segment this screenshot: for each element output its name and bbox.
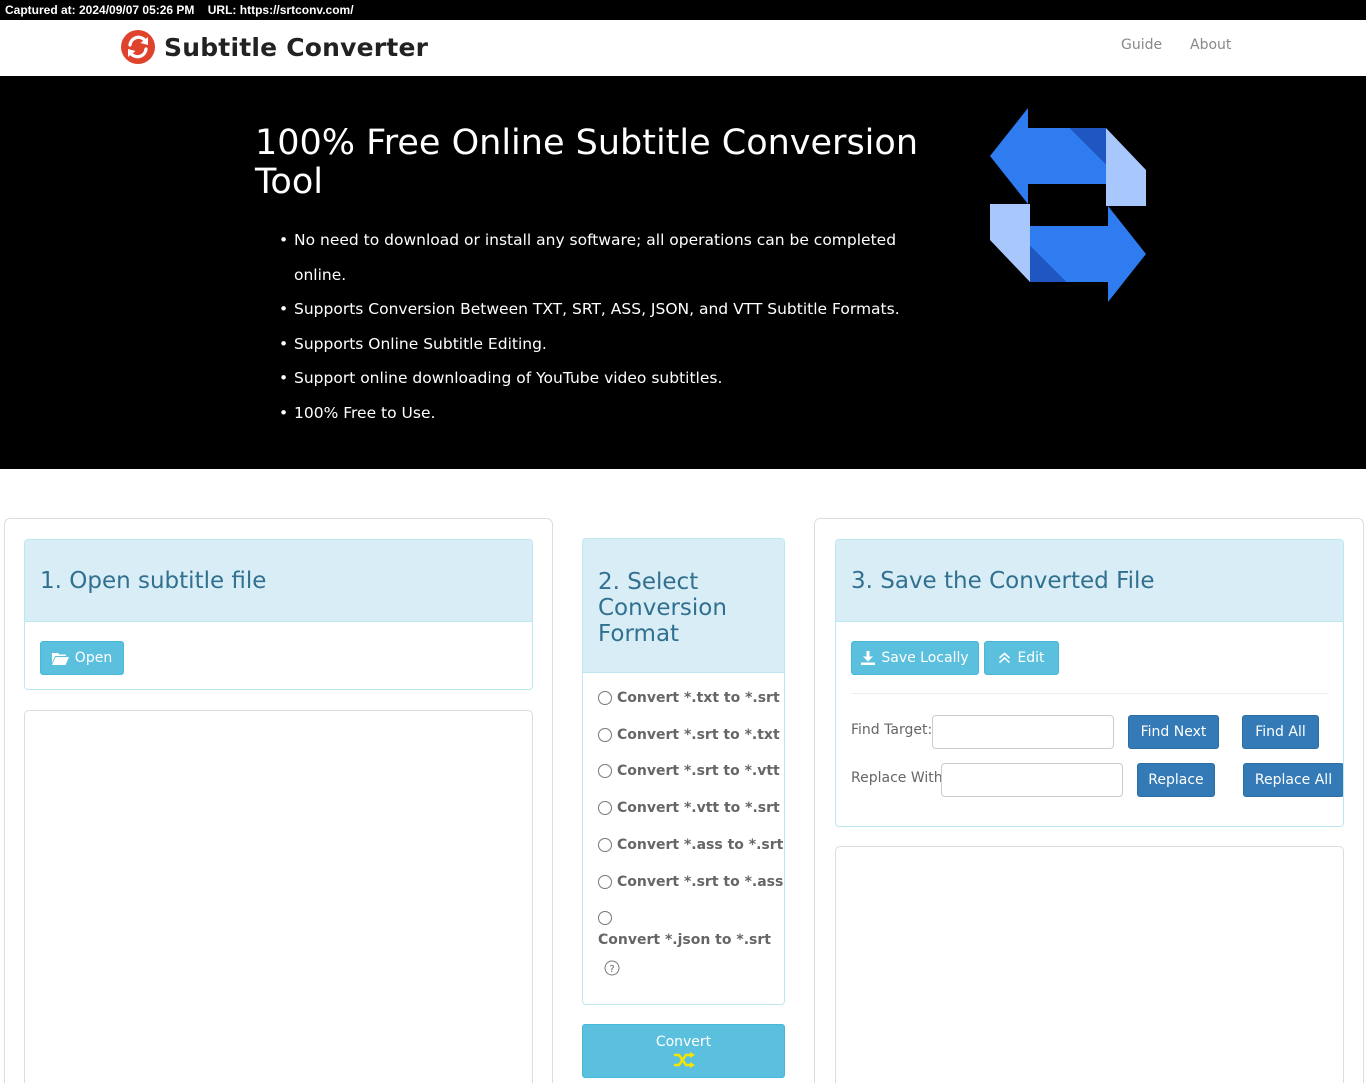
save-locally-label: Save Locally [881, 650, 969, 666]
save-file-panel: 3. Save the Converted File Save Locally … [835, 539, 1344, 827]
folder-open-icon [51, 652, 69, 665]
brand-name: Subtitle Converter [164, 32, 429, 62]
edit-button[interactable]: Edit [984, 641, 1059, 675]
find-all-button[interactable]: Find All [1242, 715, 1319, 749]
radio-button[interactable] [598, 801, 612, 815]
capture-info-bar: Captured at: 2024/09/07 05:26 PM URL: ht… [0, 0, 1366, 20]
open-button-label: Open [74, 650, 113, 666]
hero-feature-item: Support online downloading of YouTube vi… [279, 361, 919, 396]
edit-button-label: Edit [1017, 650, 1045, 666]
format-option-label: Convert *.txt to *.srt [617, 690, 780, 706]
format-option-srt-vtt[interactable]: Convert *.srt to *.vtt [598, 763, 780, 779]
shuffle-icon [673, 1052, 695, 1068]
hero-feature-item: 100% Free to Use. [279, 396, 919, 431]
convert-button-label: Convert [655, 1034, 712, 1050]
hero-feature-list: No need to download or install any softw… [279, 223, 919, 430]
find-target-input[interactable] [932, 715, 1114, 749]
format-option-label: Convert *.srt to *.txt [617, 727, 780, 743]
format-option-srt-txt[interactable]: Convert *.srt to *.txt [598, 727, 780, 743]
format-option-label: Convert *.vtt to *.srt [617, 800, 780, 816]
replace-button[interactable]: Replace [1137, 763, 1215, 797]
radio-button[interactable] [598, 728, 612, 742]
radio-button[interactable] [598, 691, 612, 705]
section-divider [851, 693, 1329, 694]
format-option-json-srt-label[interactable]: Convert *.json to *.srt [598, 932, 771, 948]
format-option-label: Convert *.srt to *.vtt [617, 763, 780, 779]
conversion-format-panel: 2. Select Conversion Format Convert *.tx… [582, 538, 785, 1005]
top-navbar: Subtitle Converter Guide About [0, 20, 1366, 76]
brand-link[interactable]: Subtitle Converter [121, 30, 428, 64]
radio-button[interactable] [598, 911, 612, 925]
hero-feature-item: Supports Conversion Between TXT, SRT, AS… [279, 292, 919, 327]
output-subtitle-editor[interactable] [835, 846, 1344, 1083]
step1-title: 1. Open subtitle file [25, 540, 532, 622]
radio-button[interactable] [598, 838, 612, 852]
convert-arrows-icon [990, 108, 1146, 302]
replace-with-input[interactable] [941, 763, 1123, 797]
replace-all-button[interactable]: Replace All [1243, 763, 1343, 797]
format-option-label: Convert *.ass to *.srt [617, 837, 784, 853]
open-file-panel: 1. Open subtitle file Open [24, 539, 533, 690]
hero-section: 100% Free Online Subtitle Conversion Too… [0, 76, 1366, 469]
svg-text:?: ? [609, 964, 614, 975]
format-option-srt-ass[interactable]: Convert *.srt to *.ass [598, 874, 783, 890]
question-circle-icon[interactable]: ? [604, 960, 620, 976]
format-option-txt-srt[interactable]: Convert *.txt to *.srt [598, 690, 780, 706]
format-option-label: Convert *.srt to *.ass [617, 874, 784, 890]
radio-button[interactable] [598, 875, 612, 889]
find-next-button[interactable]: Find Next [1128, 715, 1219, 749]
format-option-ass-srt[interactable]: Convert *.ass to *.srt [598, 837, 783, 853]
step3-column: 3. Save the Converted File Save Locally … [814, 518, 1364, 1083]
save-locally-button[interactable]: Save Locally [851, 641, 979, 675]
convert-button[interactable]: Convert [582, 1024, 785, 1078]
chevron-up-icon [999, 652, 1011, 664]
step1-column: 1. Open subtitle file Open [4, 518, 553, 1083]
find-target-label: Find Target: [851, 722, 933, 738]
step3-title: 3. Save the Converted File [836, 540, 1343, 622]
replace-with-label: Replace With: [851, 770, 948, 786]
hero-title: 100% Free Online Subtitle Conversion Too… [255, 123, 919, 202]
download-icon [861, 651, 876, 665]
hero-feature-item: Supports Online Subtitle Editing. [279, 327, 919, 362]
hero-feature-item: No need to download or install any softw… [279, 223, 919, 292]
nav-about-link[interactable]: About [1190, 37, 1231, 53]
step2-title: 2. Select Conversion Format [583, 539, 784, 673]
input-subtitle-editor[interactable] [24, 710, 533, 1083]
format-option-vtt-srt[interactable]: Convert *.vtt to *.srt [598, 800, 780, 816]
refresh-circle-icon [121, 30, 155, 64]
nav-guide-link[interactable]: Guide [1121, 37, 1162, 53]
open-button[interactable]: Open [40, 641, 124, 675]
radio-button[interactable] [598, 764, 612, 778]
